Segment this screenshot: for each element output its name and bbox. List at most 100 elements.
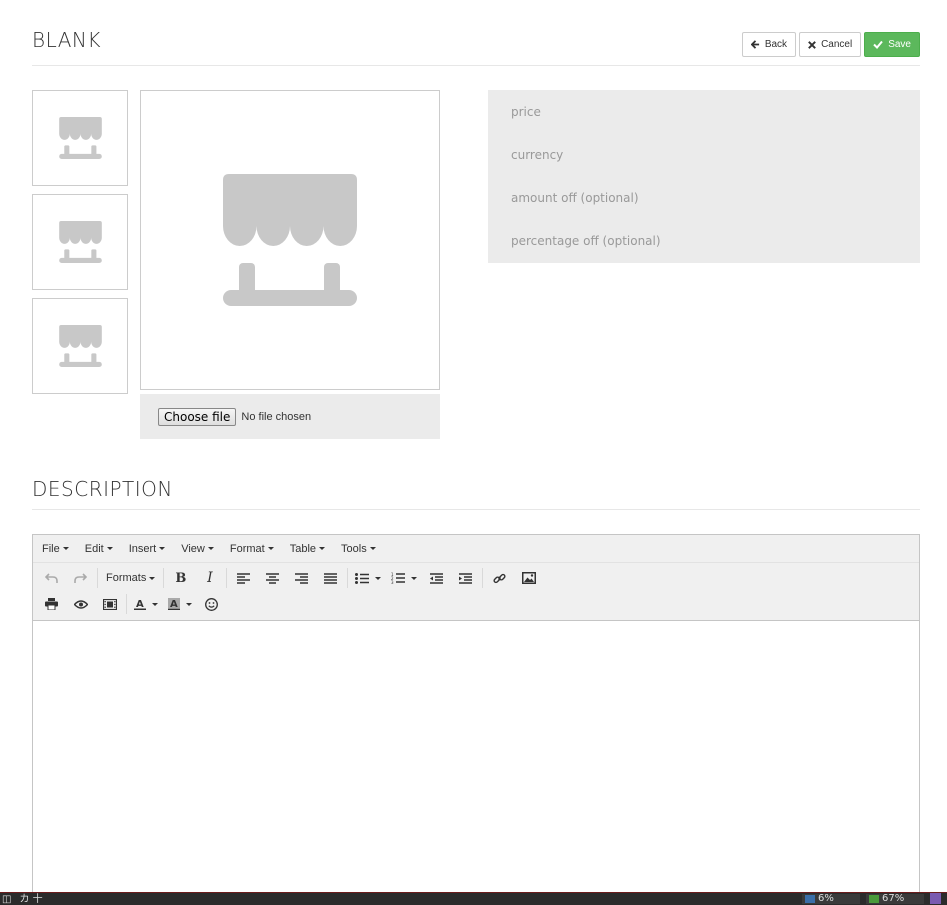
cancel-button[interactable]: Cancel <box>799 32 862 57</box>
menu-table[interactable]: Table <box>289 542 326 555</box>
menu-edit[interactable]: Edit <box>85 543 113 555</box>
text-color-button[interactable]: A <box>129 592 163 616</box>
align-center-button[interactable] <box>258 566 287 590</box>
background-color-button[interactable]: A <box>163 592 197 616</box>
numbered-list-button[interactable]: 123 <box>386 566 422 590</box>
menu-tools[interactable]: Tools <box>341 543 376 555</box>
choose-file-button[interactable]: Choose file <box>158 407 237 426</box>
link-button[interactable] <box>485 566 514 590</box>
indent-button[interactable] <box>451 566 480 590</box>
header-actions: Back Cancel Save <box>741 32 920 57</box>
formats-label: Formats <box>106 572 147 584</box>
memory-meter: 67% <box>866 893 924 904</box>
thumbnail-1[interactable] <box>32 90 128 186</box>
align-center-icon <box>266 572 280 584</box>
menu-insert[interactable]: Insert <box>129 543 166 555</box>
menu-format[interactable]: Format <box>230 543 274 555</box>
taskbar-left: ◫ カ 十 <box>0 893 43 905</box>
redo-button[interactable] <box>66 566 95 590</box>
italic-icon: I <box>207 570 213 586</box>
image-button[interactable] <box>514 566 543 590</box>
toolbar-divider <box>347 568 349 588</box>
window-icon[interactable]: ◫ <box>2 893 11 905</box>
undo-button[interactable] <box>37 566 66 590</box>
cpu-icon <box>805 894 815 903</box>
menu-view[interactable]: View <box>181 543 214 555</box>
svg-text:A: A <box>136 599 144 610</box>
store-awning-icon <box>59 325 102 367</box>
caret-down-icon <box>369 547 376 550</box>
caret-down-icon <box>207 547 214 550</box>
undo-icon <box>45 572 58 583</box>
save-button[interactable]: Save <box>864 32 920 57</box>
editor-menubar: File Edit Insert View Format Table Tools <box>33 535 919 563</box>
link-icon <box>493 573 506 583</box>
bullet-list-icon <box>355 572 370 584</box>
cpu-value: 6% <box>818 893 834 904</box>
film-icon <box>102 598 117 610</box>
print-button[interactable] <box>37 592 66 616</box>
numbered-list-icon: 123 <box>391 572 406 584</box>
editor-toolbar: Formats B I 123 A A <box>33 563 919 621</box>
caret-down-icon <box>267 547 274 550</box>
cpu-meter: 6% <box>802 893 860 904</box>
redo-icon <box>74 572 87 583</box>
save-label: Save <box>888 39 911 50</box>
bullet-list-button[interactable] <box>350 566 386 590</box>
cancel-label: Cancel <box>821 39 853 50</box>
file-upload: Choose file No file chosen <box>140 394 440 439</box>
thumbnail-2[interactable] <box>32 194 128 290</box>
memory-value: 67% <box>882 893 905 904</box>
rich-text-editor: File Edit Insert View Format Table Tools… <box>32 534 920 905</box>
align-left-button[interactable] <box>229 566 258 590</box>
preview-button[interactable] <box>66 592 95 616</box>
menu-file[interactable]: File <box>42 543 69 555</box>
caret-down-icon <box>186 602 192 606</box>
percentage-off-input[interactable]: percentage off (optional) <box>488 219 920 262</box>
align-justify-icon <box>324 572 338 584</box>
page-header: BLANK Back Cancel Save <box>32 28 920 66</box>
caret-down-icon <box>106 547 113 550</box>
close-icon <box>808 40 816 49</box>
outdent-icon <box>430 572 444 584</box>
caret-down-icon <box>411 576 418 580</box>
back-button[interactable]: Back <box>741 32 797 57</box>
caret-down-icon <box>62 547 69 550</box>
caret-down-icon <box>152 602 158 606</box>
menu-label: Insert <box>128 542 157 555</box>
tray-icon[interactable] <box>930 893 941 904</box>
text-color-icon: A <box>134 599 146 610</box>
page-title: BLANK <box>32 28 101 52</box>
align-right-icon <box>295 572 309 584</box>
price-input[interactable]: price <box>488 90 920 133</box>
outdent-button[interactable] <box>422 566 451 590</box>
system-taskbar: ◫ カ 十 6% 67% <box>0 892 947 905</box>
formats-dropdown[interactable]: Formats <box>100 566 161 590</box>
back-label: Back <box>764 39 788 50</box>
media-button[interactable] <box>95 592 124 616</box>
italic-button[interactable]: I <box>195 566 224 590</box>
align-justify-button[interactable] <box>316 566 345 590</box>
caret-down-icon <box>375 576 382 580</box>
bold-button[interactable]: B <box>166 566 195 590</box>
svg-text:A: A <box>170 599 178 610</box>
store-awning-icon <box>59 117 102 159</box>
toolbar-divider <box>97 568 98 588</box>
image-icon <box>521 572 536 584</box>
toolbar-divider <box>226 568 228 588</box>
store-awning-icon <box>223 174 357 306</box>
emoticons-button[interactable] <box>197 592 226 616</box>
caret-down-icon <box>149 576 156 580</box>
editor-content-area[interactable] <box>33 621 919 901</box>
main-image[interactable] <box>140 90 440 390</box>
menu-label: Table <box>289 542 317 555</box>
currency-input[interactable]: currency <box>488 133 920 176</box>
align-right-button[interactable] <box>287 566 316 590</box>
file-status: No file chosen <box>241 410 312 423</box>
menu-label: Format <box>229 542 265 555</box>
bold-icon: B <box>175 570 187 586</box>
thumbnail-3[interactable] <box>32 298 128 394</box>
print-icon <box>45 598 58 610</box>
caret-down-icon <box>159 547 166 550</box>
amount-off-input[interactable]: amount off (optional) <box>488 176 920 219</box>
